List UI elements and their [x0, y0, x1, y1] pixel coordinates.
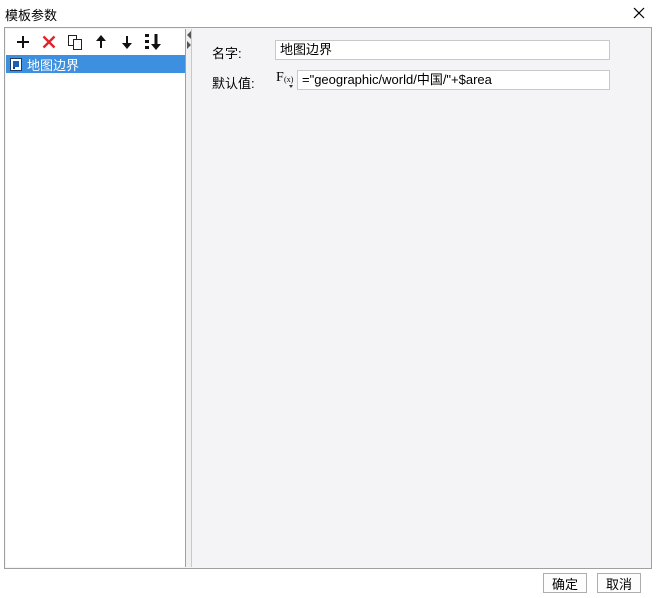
move-up-button[interactable] [88, 30, 114, 54]
name-label: 名字: [212, 46, 242, 61]
default-value-input[interactable]: ="geographic/world/中国/"+$area [297, 70, 610, 90]
name-input[interactable]: 地图边界 [275, 40, 610, 60]
window-title: 模板参数 [5, 8, 58, 23]
param-list-item[interactable]: 地图边界 [6, 55, 185, 73]
ok-button[interactable]: 确定 [543, 573, 587, 593]
formula-button[interactable]: F (x) [275, 70, 295, 90]
param-list-item-label: 地图边界 [27, 57, 80, 73]
parameter-icon [10, 57, 22, 71]
plus-icon [17, 36, 29, 48]
param-list: 地图边界 [6, 55, 185, 73]
copy-button[interactable] [62, 30, 88, 54]
formula-icon: F [276, 70, 284, 85]
cancel-button[interactable]: 取消 [597, 573, 641, 593]
param-list-panel: 地图边界 [6, 29, 186, 567]
add-button[interactable] [10, 30, 36, 54]
dropdown-caret-icon [289, 85, 293, 88]
close-button[interactable] [622, 0, 656, 26]
dialog-body: 地图边界 名字: 地图边界 默认值: F (x) ="geographic/wo… [4, 27, 652, 569]
collapse-left-icon[interactable] [187, 31, 191, 39]
panel-splitter[interactable] [186, 29, 192, 567]
x-icon [42, 35, 56, 49]
default-value-label: 默认值: [212, 76, 255, 91]
sort-icon [145, 34, 161, 50]
arrow-down-icon [122, 36, 132, 49]
move-down-button[interactable] [114, 30, 140, 54]
sort-button[interactable] [140, 30, 166, 54]
title-bar: 模板参数 [0, 0, 656, 26]
param-detail-panel: 名字: 地图边界 默认值: F (x) ="geographic/world/中… [193, 29, 651, 567]
param-toolbar [6, 29, 186, 55]
delete-button[interactable] [36, 30, 62, 54]
expand-right-icon[interactable] [187, 41, 191, 49]
close-icon [633, 7, 645, 19]
copy-icon [68, 35, 82, 50]
arrow-up-icon [96, 35, 106, 48]
